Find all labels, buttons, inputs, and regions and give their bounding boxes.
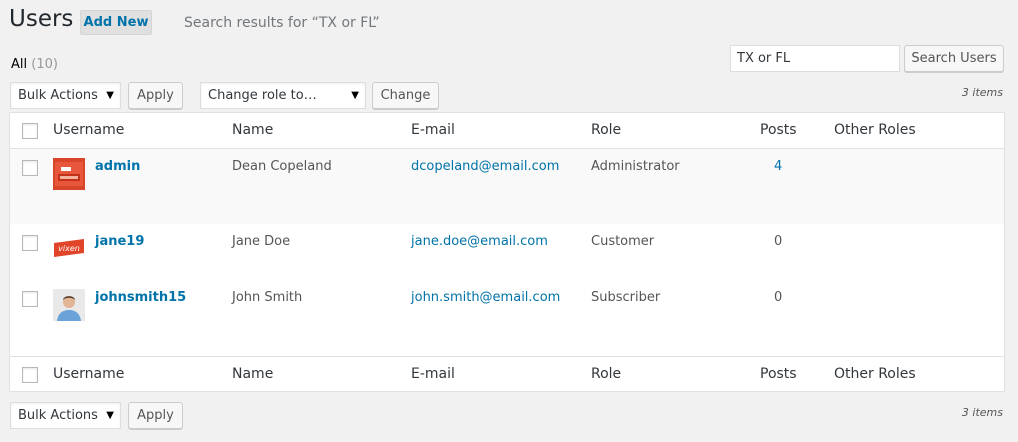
select-all-checkbox[interactable] [22, 367, 38, 383]
user-posts-count: 0 [774, 234, 783, 249]
table-row: admin Dean Copeland dcopeland@email.com … [10, 149, 1004, 224]
user-name: Jane Doe [232, 234, 291, 249]
view-all-count: (10) [31, 57, 58, 72]
username-link[interactable]: johnsmith15 [95, 290, 186, 305]
page-title: Users [9, 6, 74, 32]
dropdown-caret-icon: ▼ [351, 90, 359, 101]
user-role: Subscriber [591, 290, 661, 305]
user-email-link[interactable]: john.smith@email.com [411, 290, 560, 305]
change-role-select[interactable]: Change role to… ▼ [200, 82, 366, 109]
search-input[interactable] [730, 45, 900, 72]
column-other-roles: Other Roles [834, 122, 916, 138]
user-posts-count: 0 [774, 290, 783, 305]
column-username[interactable]: Username [53, 366, 124, 382]
person-photo-avatar [53, 289, 85, 321]
table-footer: Username Name E-mail Role Posts Other Ro… [10, 356, 1004, 392]
row-checkbox[interactable] [22, 291, 38, 307]
change-role-button[interactable]: Change [372, 82, 439, 109]
user-posts-link[interactable]: 4 [774, 159, 782, 174]
column-posts: Posts [760, 366, 797, 382]
bulk-actions-select[interactable]: Bulk Actions ▼ [10, 82, 121, 109]
search-users-button[interactable]: Search Users [904, 45, 1004, 72]
column-name[interactable]: Name [232, 122, 273, 138]
bulk-actions-label: Bulk Actions [18, 88, 98, 103]
user-name: Dean Copeland [232, 159, 332, 174]
table-row: vixen jane19 Jane Doe jane.doe@email.com… [10, 224, 1004, 280]
view-all-label: All [11, 57, 28, 72]
bulk-actions-select-bottom[interactable]: Bulk Actions ▼ [10, 402, 121, 429]
apply-button[interactable]: Apply [128, 82, 183, 109]
users-table: Username Name E-mail Role Posts Other Ro… [9, 112, 1005, 392]
table-row: johnsmith15 John Smith john.smith@email.… [10, 280, 1004, 356]
red-flyer-avatar [53, 158, 85, 190]
username-link[interactable]: admin [95, 159, 140, 174]
user-email-link[interactable]: jane.doe@email.com [411, 234, 548, 249]
column-role: Role [591, 366, 622, 382]
search-results-subtitle: Search results for “TX or FL” [184, 15, 380, 31]
username-link[interactable]: jane19 [95, 234, 144, 249]
vixen-logo-avatar: vixen [53, 233, 85, 265]
column-posts: Posts [760, 122, 797, 138]
row-checkbox[interactable] [22, 160, 38, 176]
column-email[interactable]: E-mail [411, 122, 455, 138]
user-email-link[interactable]: dcopeland@email.com [411, 159, 559, 174]
items-count-bottom: 3 items [961, 406, 1003, 419]
column-other-roles: Other Roles [834, 366, 916, 382]
user-role: Administrator [591, 159, 680, 174]
user-name: John Smith [232, 290, 303, 305]
view-filter-all[interactable]: All (10) [11, 57, 58, 72]
user-role: Customer [591, 234, 655, 249]
column-email[interactable]: E-mail [411, 366, 455, 382]
select-all-checkbox[interactable] [22, 123, 38, 139]
dropdown-caret-icon: ▼ [106, 410, 114, 421]
table-header: Username Name E-mail Role Posts Other Ro… [10, 113, 1004, 149]
column-name[interactable]: Name [232, 366, 273, 382]
change-role-label: Change role to… [208, 88, 317, 103]
dropdown-caret-icon: ▼ [106, 90, 114, 101]
items-count: 3 items [961, 86, 1003, 99]
row-checkbox[interactable] [22, 235, 38, 251]
add-new-button[interactable]: Add New [80, 10, 152, 35]
bulk-actions-label: Bulk Actions [18, 408, 98, 423]
column-username[interactable]: Username [53, 122, 124, 138]
column-role: Role [591, 122, 622, 138]
svg-text:vixen: vixen [58, 244, 80, 253]
apply-button-bottom[interactable]: Apply [128, 402, 183, 429]
